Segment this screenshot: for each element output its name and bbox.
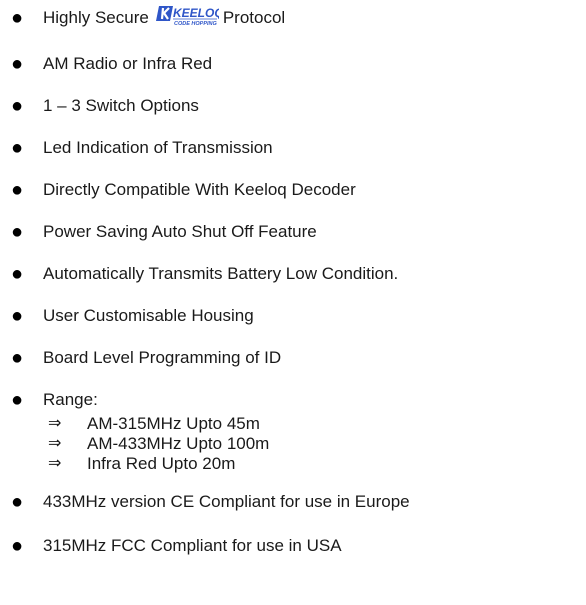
feature-text: User Customisable Housing xyxy=(43,306,254,325)
bullet-icon: ● xyxy=(11,389,24,411)
bullet-icon: ● xyxy=(11,179,24,201)
bullet-icon: ● xyxy=(11,7,24,29)
feature-text: 433MHz version CE Compliant for use in E… xyxy=(43,492,410,511)
arrow-icon: ⇒ xyxy=(48,415,62,432)
feature-text: Led Indication of Transmission xyxy=(43,138,273,157)
feature-text: Directly Compatible With Keeloq Decoder xyxy=(43,180,356,199)
feature-text: 315MHz FCC Compliant for use in USA xyxy=(43,536,342,555)
feature-text: Power Saving Auto Shut Off Feature xyxy=(43,222,317,241)
feature-text: AM Radio or Infra Red xyxy=(43,54,213,73)
bullet-icon: ● xyxy=(11,221,24,243)
arrow-icon: ⇒ xyxy=(48,455,62,472)
bullet-icon: ● xyxy=(11,137,24,159)
range-text: Infra Red Upto 20m xyxy=(87,454,236,473)
logo-main-text: KEELOQ xyxy=(173,6,219,20)
feature-text-after-logo: Protocol xyxy=(222,8,286,27)
feature-sheet: ● Highly Secure KEELOQ CODE HOPPING Prot… xyxy=(0,0,586,605)
bullet-icon: ● xyxy=(11,347,24,369)
bullet-icon: ● xyxy=(11,491,24,513)
feature-text: Highly Secure KEELOQ CODE HOPPING Protoc… xyxy=(43,6,286,28)
bullet-icon: ● xyxy=(11,535,24,557)
keeloq-logo-icon: KEELOQ CODE HOPPING xyxy=(155,6,219,27)
bullet-icon: ● xyxy=(11,305,24,327)
bullet-icon: ● xyxy=(11,53,24,75)
keeloq-logo: KEELOQ CODE HOPPING xyxy=(155,4,219,28)
feature-text: Range: xyxy=(43,390,98,409)
range-text: AM-433MHz Upto 100m xyxy=(87,434,270,453)
range-text: AM-315MHz Upto 45m xyxy=(87,414,260,433)
bullet-icon: ● xyxy=(11,263,24,285)
arrow-icon: ⇒ xyxy=(48,435,62,452)
feature-text: Automatically Transmits Battery Low Cond… xyxy=(43,264,399,283)
feature-text: 1 – 3 Switch Options xyxy=(43,96,199,115)
feature-text: Board Level Programming of ID xyxy=(43,348,282,367)
feature-text-before-logo: Highly Secure xyxy=(43,8,149,27)
bullet-icon: ● xyxy=(11,95,24,117)
logo-sub-text: CODE HOPPING xyxy=(174,21,218,27)
